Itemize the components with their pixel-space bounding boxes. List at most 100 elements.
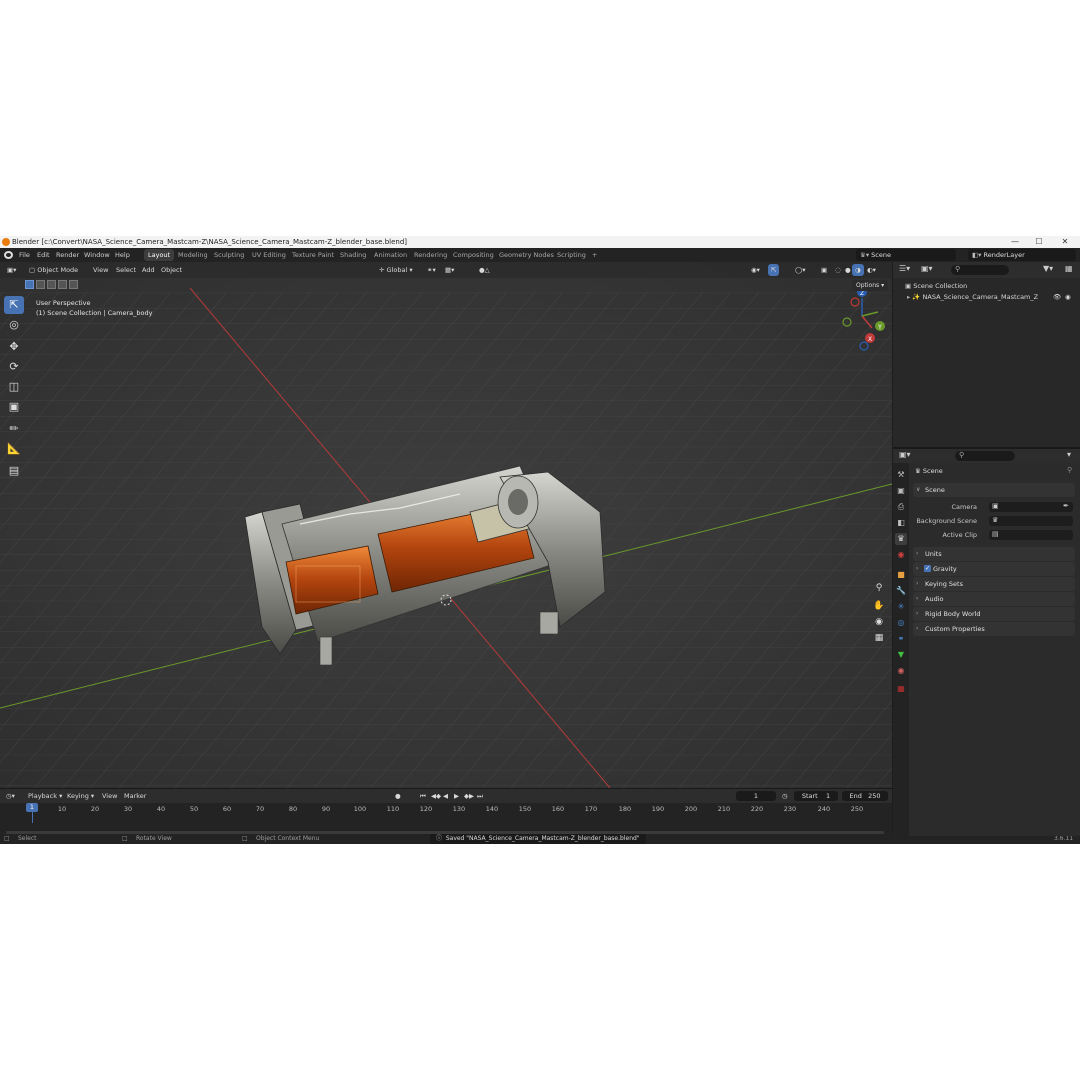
minimize-button[interactable]: — [1004,236,1026,248]
world-tab-icon[interactable]: ◉ [895,549,907,561]
material-shading-icon[interactable]: ◑ [852,264,864,276]
jump-start-icon[interactable]: ⏮ [420,790,426,802]
editor-type-icon[interactable]: ▣▾ [4,264,19,276]
timeline-menu-playback[interactable]: Playback ▾ [28,790,62,802]
tool-tab-icon[interactable]: ⚒ [895,469,907,481]
playhead-frame-label[interactable]: 1 [26,803,38,812]
blender-menu-icon[interactable] [4,251,13,259]
viewport-menu-select[interactable]: Select [113,264,139,276]
scene-tab-icon[interactable]: ♛ [895,533,907,545]
pin-icon[interactable]: ⚲ [1067,466,1072,474]
3d-viewport[interactable]: Z X Y ▣▾ ▢ Object Mode ▾ View Select Add… [0,262,892,788]
gizmo-toggle-icon[interactable]: ⇱ [768,264,780,276]
material-tab-icon[interactable]: ◉ [895,665,907,677]
tab-shading[interactable]: Shading [336,249,370,261]
render-camera-icon[interactable]: ◉ [1065,292,1071,303]
camera-view-icon[interactable]: ◉ [871,614,887,630]
chevron-down-icon[interactable]: ▾ [1067,450,1071,459]
view-layer-selector[interactable]: ◧▾ RenderLayer [968,249,1076,261]
particles-tab-icon[interactable]: ✳ [895,601,907,613]
select-extend-icon[interactable] [36,280,45,289]
data-tab-icon[interactable]: ▼ [895,649,907,661]
tab-sculpting[interactable]: Sculpting [210,249,248,261]
close-button[interactable]: ✕ [1054,236,1076,248]
texture-tab-icon[interactable]: ▦ [895,683,907,695]
outliner-item-row[interactable]: ▸ ✨ NASA_Science_Camera_Mastcam_Z 👁 ◉ [893,292,1080,303]
zoom-icon[interactable]: ⚲ [871,580,887,596]
tab-modeling[interactable]: Modeling [174,249,212,261]
snap-icon[interactable]: ▦▾ [442,264,457,276]
modifier-tab-icon[interactable]: 🔧 [895,585,907,597]
filter-icon[interactable]: ▼▾ [1043,264,1053,273]
pan-hand-icon[interactable]: ✋ [871,598,887,614]
jump-end-icon[interactable]: ⏭ [477,790,483,802]
object-tab-icon[interactable]: ■ [895,569,907,581]
panel-keying-sets[interactable]: › Keying Sets [913,577,1075,591]
timeline-menu-marker[interactable]: Marker [124,790,146,802]
panel-rigid-body-world[interactable]: › Rigid Body World [913,607,1075,621]
play-reverse-icon[interactable]: ◀ [443,790,448,802]
menu-render[interactable]: Render [56,248,79,262]
end-frame-field[interactable]: End 250 [842,791,888,801]
display-mode-icon[interactable]: ▣▾ [921,264,933,273]
rotate-tool-icon[interactable]: ⟳ [4,358,24,376]
record-icon[interactable]: ● [395,790,401,802]
menu-file[interactable]: File [19,248,30,262]
next-keyframe-icon[interactable]: ◆▶ [464,790,474,802]
transform-orientation-selector[interactable]: ✛ Global ▾ [376,264,416,276]
outliner-search-input[interactable]: ⚲ [951,265,1009,275]
annotate-tool-icon[interactable]: ✏ [4,420,24,438]
outliner-editor-icon[interactable]: ☰▾ [899,264,910,273]
gravity-checkbox[interactable]: ✓ [924,565,931,572]
frame-ruler[interactable]: 1 10 20 30 40 50 60 70 80 90 100 110 120… [0,803,892,835]
active-clip-field[interactable]: ▤ [989,530,1073,540]
cursor-tool-icon[interactable]: ◎ [4,316,24,334]
mode-selector[interactable]: ▢ Object Mode ▾ [26,264,84,286]
tab-rendering[interactable]: Rendering [410,249,451,261]
play-icon[interactable]: ▶ [454,790,459,802]
visibility-icon[interactable]: ◉▾ [748,264,763,276]
viewport-menu-add[interactable]: Add [139,264,158,276]
background-scene-field[interactable]: ♛ [989,516,1073,526]
new-collection-icon[interactable]: ▦ [1065,264,1073,273]
add-cube-tool-icon[interactable]: ▤ [4,462,24,480]
prev-keyframe-icon[interactable]: ◀◆ [431,790,441,802]
perspective-toggle-icon[interactable]: ▦ [871,630,887,646]
output-tab-icon[interactable]: ⎙ [895,501,907,513]
camera-field[interactable]: ▣ ✒ [989,502,1073,512]
select-intersect-icon[interactable] [69,280,78,289]
timeline-editor-type-icon[interactable]: ◷▾ [6,790,15,802]
tab-texture-paint[interactable]: Texture Paint [288,249,338,261]
viewport-menu-view[interactable]: View [90,264,111,276]
rendered-shading-icon[interactable]: ◐▾ [864,264,879,276]
tab-geometry-nodes[interactable]: Geometry Nodes [495,249,558,261]
clock-icon[interactable]: ◷ [782,790,788,802]
panel-audio[interactable]: › Audio [913,592,1075,606]
tab-layout[interactable]: Layout [144,249,175,261]
save-report[interactable]: ⓘ Saved "NASA_Science_Camera_Mastcam-Z_b… [430,834,646,844]
select-invert-icon[interactable] [58,280,67,289]
view-layer-tab-icon[interactable]: ◧ [895,517,907,529]
tab-animation[interactable]: Animation [370,249,411,261]
eye-icon[interactable]: 👁 [1053,292,1061,303]
scene-selector[interactable]: ♛▾ Scene [856,249,956,261]
menu-help[interactable]: Help [115,248,130,262]
select-new-icon[interactable] [25,280,34,289]
properties-editor-icon[interactable]: ▣▾ [899,450,911,459]
transform-tool-icon[interactable]: ▣ [4,398,24,416]
select-box-tool-icon[interactable]: ⇱ [4,296,24,314]
tab-uv-editing[interactable]: UV Editing [248,249,290,261]
maximize-button[interactable]: ☐ [1028,236,1050,248]
proportional-edit-icon[interactable]: ●△ [476,264,493,276]
add-workspace-button[interactable]: + [588,249,601,261]
eyedropper-icon[interactable]: ✒ [1063,502,1069,510]
overlays-icon[interactable]: ◯▾ [792,264,809,276]
timeline-menu-view[interactable]: View [102,790,117,802]
xray-icon[interactable]: ▣ [818,264,830,276]
tab-compositing[interactable]: Compositing [449,249,498,261]
start-frame-field[interactable]: Start 1 [794,791,838,801]
panel-scene[interactable]: ∨ Scene [913,483,1075,497]
timeline-menu-keying[interactable]: Keying ▾ [67,790,94,802]
render-tab-icon[interactable]: ▣ [895,485,907,497]
physics-tab-icon[interactable]: ◎ [895,617,907,629]
